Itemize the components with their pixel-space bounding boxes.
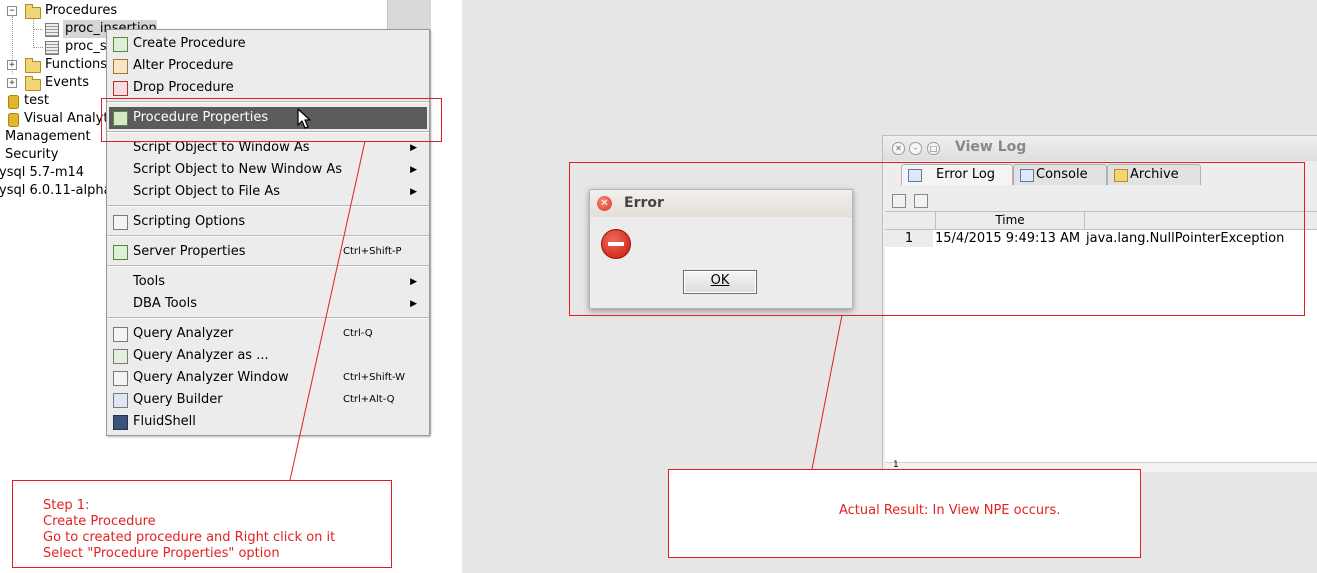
step-note-line: Select "Procedure Properties" option: [43, 546, 280, 561]
step-note-line: Go to created procedure and Right click …: [43, 530, 336, 545]
connector-line: [811, 314, 843, 470]
actual-result-note: Actual Result: In View NPE occurs.: [668, 469, 1141, 558]
step-note: Step 1: Create Procedure Go to created p…: [12, 480, 392, 568]
connector-line: [289, 140, 366, 481]
step-note-line: Create Procedure: [43, 514, 156, 529]
actual-result-text: Actual Result: In View NPE occurs.: [839, 503, 1061, 518]
step-note-line: Step 1:: [43, 498, 90, 513]
